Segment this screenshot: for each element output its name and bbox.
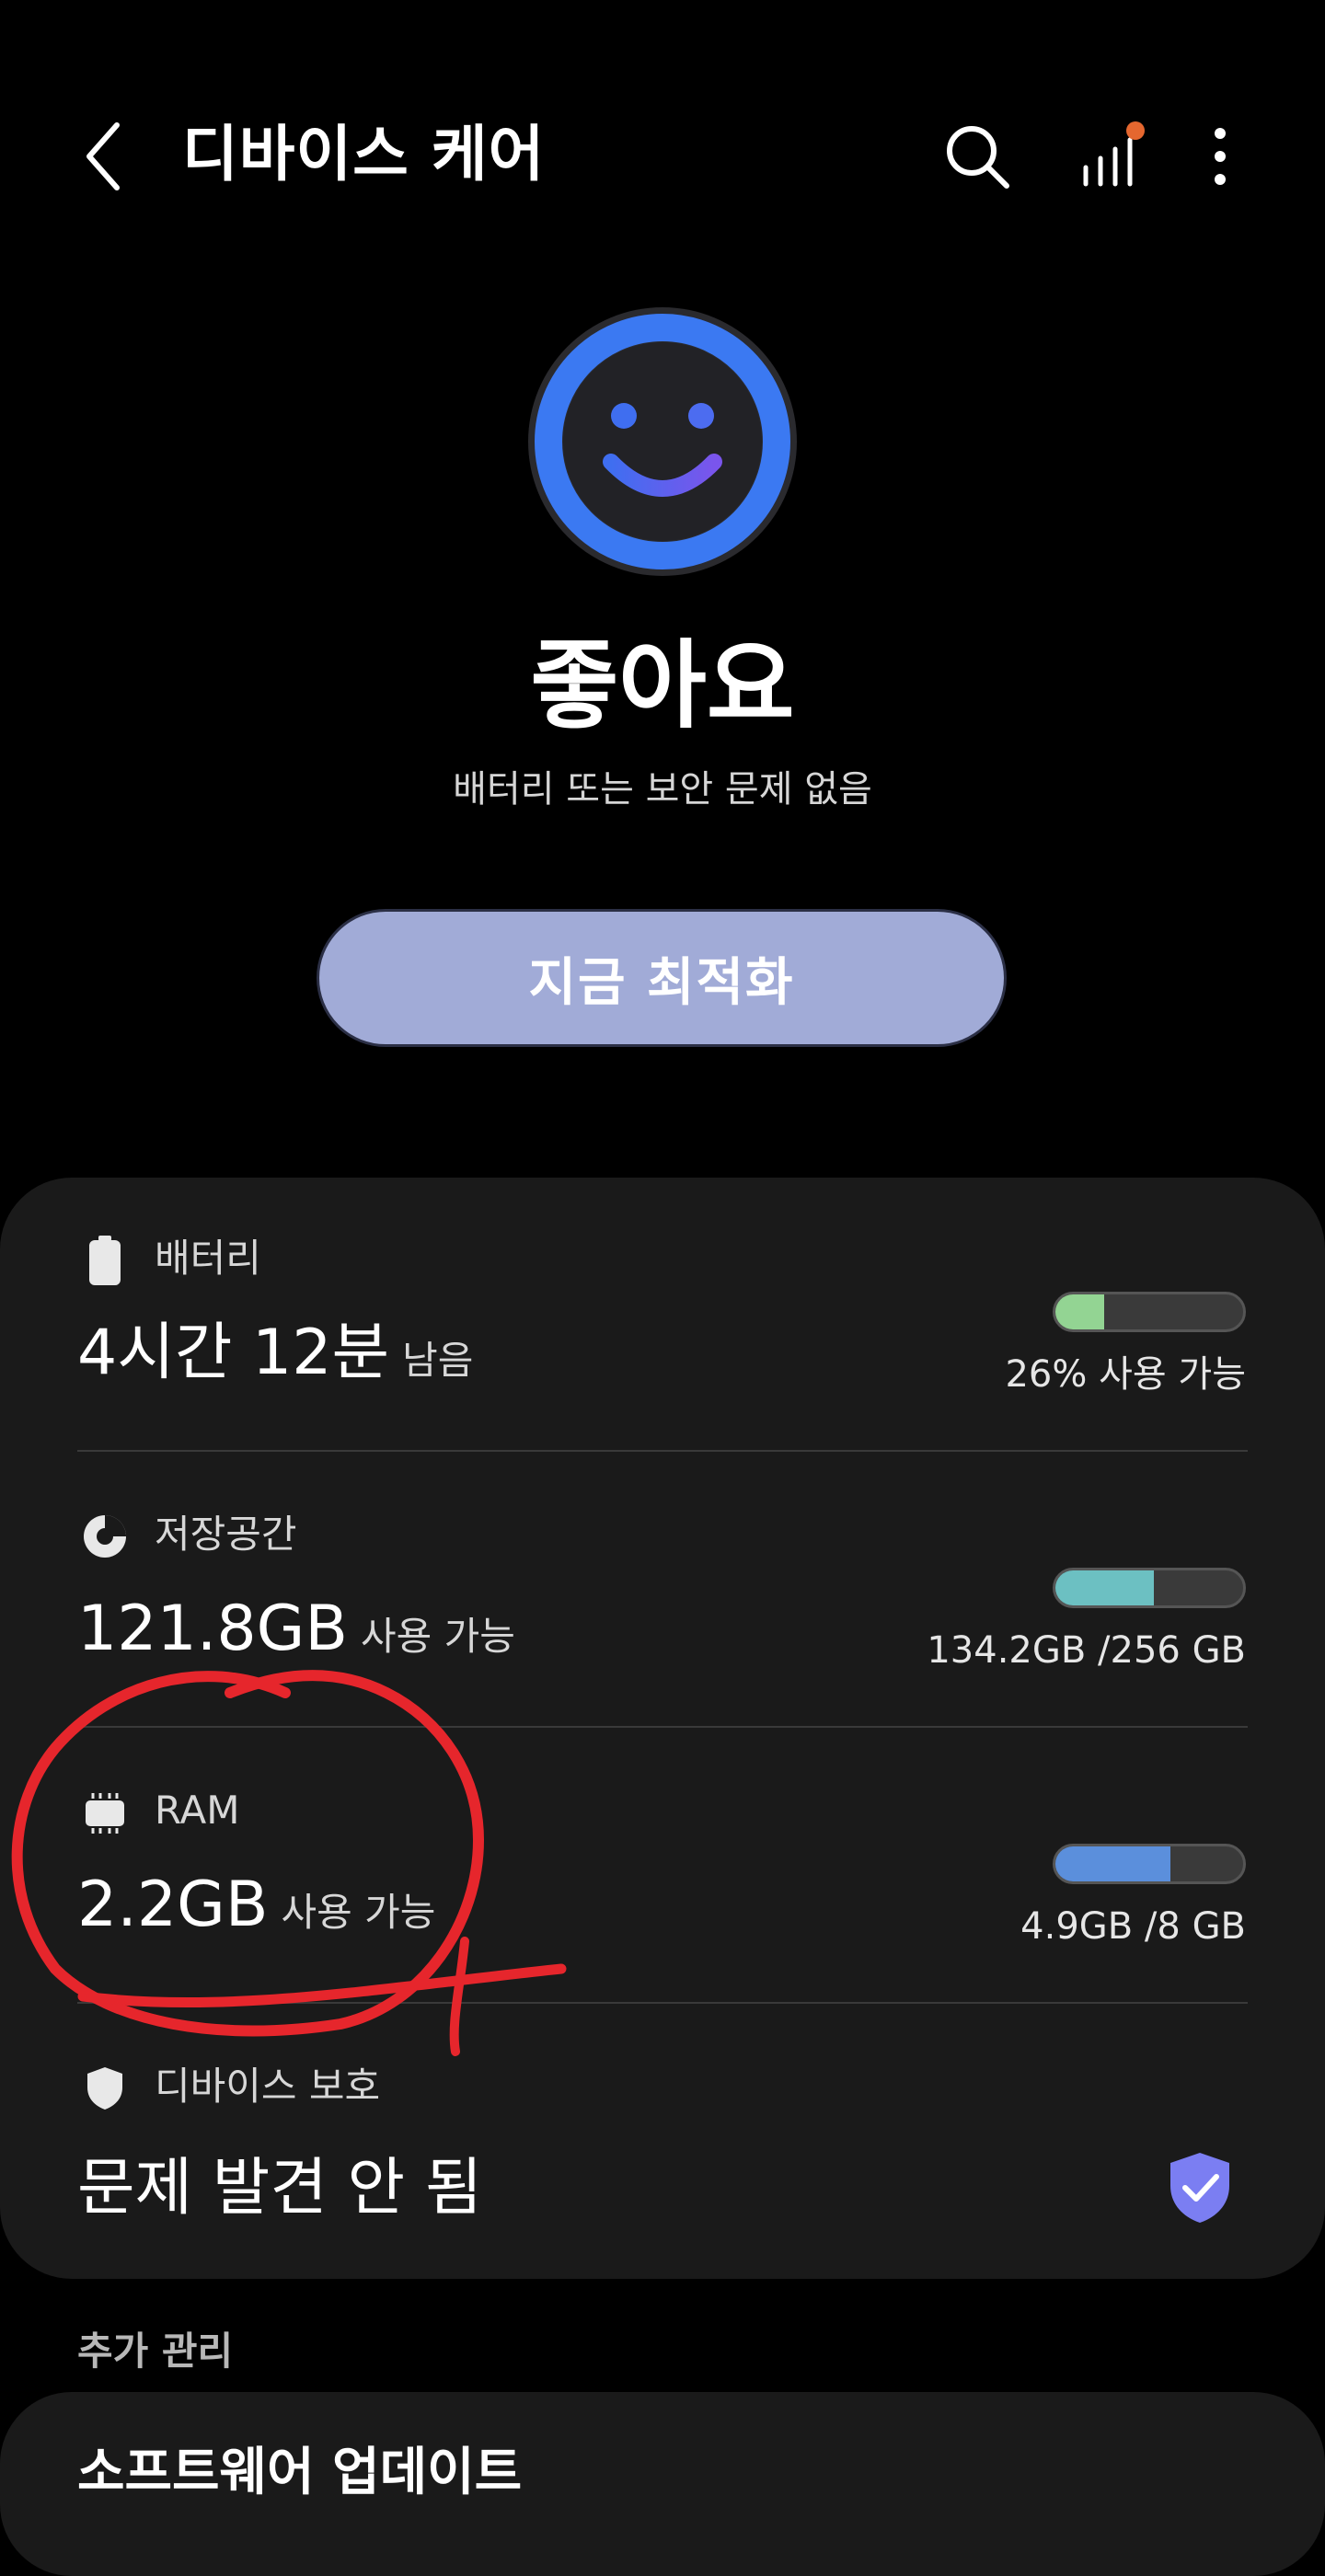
ram-value: 2.2GB 사용 가능 [77, 1864, 435, 1954]
section-header-more: 추가 관리 [77, 2329, 234, 2374]
software-update-item[interactable]: 소프트웨어 업데이트 [77, 2436, 522, 2510]
more-vertical-icon [1215, 128, 1226, 185]
ram-used-total: 4.9GB /8 GB [1020, 1905, 1246, 1948]
battery-icon [79, 1235, 131, 1286]
storage-unit: 사용 가능 [361, 1614, 515, 1659]
status-subtitle: 배터리 또는 보안 문제 없음 [453, 768, 872, 811]
pie-chart-icon [79, 1511, 131, 1562]
battery-value: 4시간 12분 남음 [77, 1312, 473, 1402]
storage-used-total: 134.2GB /256 GB [927, 1629, 1246, 1672]
ram-level-fill [1055, 1846, 1170, 1881]
device-protection-row[interactable]: 디바이스 보호 문제 발견 안 됨 [0, 2009, 1325, 2285]
battery-level-bar [1053, 1292, 1246, 1332]
search-icon [947, 126, 1009, 189]
ram-free: 2.2GB [77, 1869, 269, 1941]
battery-time: 4시간 12분 [77, 1317, 390, 1389]
battery-level-fill [1055, 1294, 1105, 1329]
notification-dot [1126, 121, 1145, 140]
ram-label: RAM [155, 1788, 240, 1833]
battery-unit: 남음 [402, 1338, 474, 1383]
storage-value: 121.8GB 사용 가능 [77, 1588, 515, 1678]
status-title: 좋아요 [530, 629, 795, 742]
chevron-left-icon [86, 122, 120, 190]
storage-free: 121.8GB [77, 1593, 349, 1665]
storage-level-bar [1053, 1568, 1246, 1608]
smiley-face-icon [528, 307, 797, 576]
shield-icon [79, 2063, 131, 2114]
app-header: 디바이스 케어 [0, 0, 1325, 313]
ram-row[interactable]: RAM 2.2GB 사용 가능 4.9GB /8 GB [0, 1733, 1325, 2009]
divider [77, 1450, 1248, 1452]
page-title: 디바이스 케어 [182, 119, 546, 190]
back-button[interactable] [66, 112, 140, 201]
ram-unit: 사용 가능 [281, 1890, 436, 1935]
search-button[interactable] [933, 112, 1021, 201]
protection-value: 문제 발견 안 됨 [77, 2152, 483, 2225]
battery-row[interactable]: 배터리 4시간 12분 남음 26% 사용 가능 [0, 1181, 1325, 1457]
battery-label: 배터리 [155, 1236, 261, 1281]
battery-available: 26% 사용 가능 [1005, 1353, 1246, 1396]
divider [77, 2002, 1248, 2004]
divider [77, 1726, 1248, 1728]
more-options-button[interactable] [1176, 112, 1264, 201]
signal-bars-icon [1083, 121, 1145, 187]
stats-button[interactable] [1064, 112, 1152, 201]
shield-check-icon [1170, 2153, 1229, 2223]
storage-level-fill [1055, 1570, 1154, 1605]
optimize-now-button[interactable]: 지금 최적화 [317, 909, 1007, 1047]
memory-chip-icon [79, 1787, 131, 1838]
storage-row[interactable]: 저장공간 121.8GB 사용 가능 134.2GB /256 GB [0, 1457, 1325, 1733]
ram-level-bar [1053, 1844, 1246, 1884]
storage-label: 저장공간 [155, 1512, 297, 1557]
protection-label: 디바이스 보호 [155, 2064, 381, 2109]
